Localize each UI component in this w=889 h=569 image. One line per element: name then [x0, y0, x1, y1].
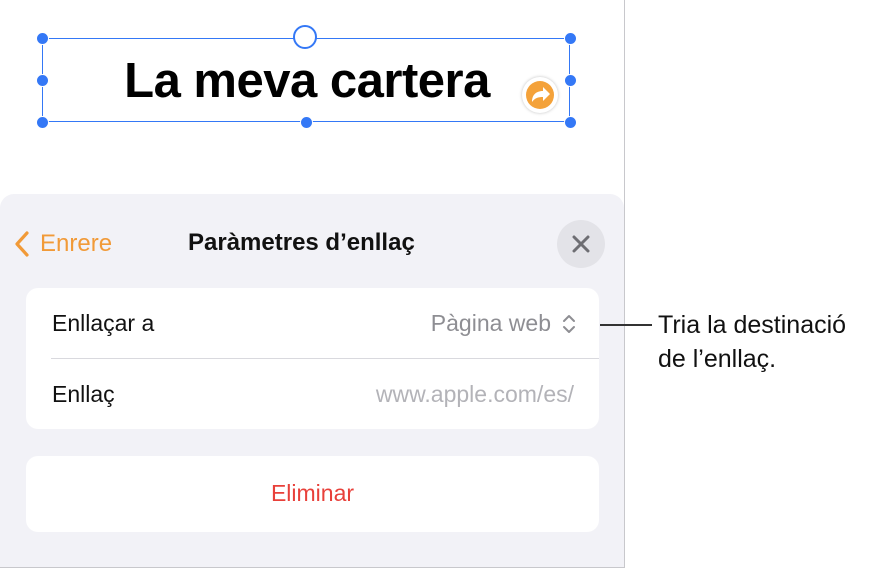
link-url-field[interactable]: www.apple.com/es/	[376, 381, 574, 408]
resize-handle-bottom-left[interactable]	[36, 116, 49, 129]
up-down-chevron-icon	[563, 315, 575, 333]
resize-handle-middle-left[interactable]	[36, 74, 49, 87]
link-to-row[interactable]: Enllaçar a Pàgina web	[26, 288, 599, 358]
callout-line-2: de l’enllaç.	[658, 345, 777, 373]
panel-title: Paràmetres d’enllaç	[188, 229, 415, 256]
resize-handle-middle-right[interactable]	[564, 74, 577, 87]
link-url-row[interactable]: Enllaç www.apple.com/es/	[26, 359, 599, 429]
link-to-label: Enllaçar a	[52, 310, 155, 336]
resize-handle-bottom-center[interactable]	[300, 116, 313, 129]
link-url-label: Enllaç	[52, 381, 115, 407]
close-button[interactable]	[557, 220, 605, 268]
rotation-handle[interactable]	[293, 25, 317, 49]
link-badge[interactable]	[522, 77, 558, 113]
link-arrow-icon	[532, 87, 550, 102]
resize-handle-top-right[interactable]	[564, 32, 577, 45]
back-button[interactable]: Enrere	[14, 228, 112, 260]
resize-handle-bottom-right[interactable]	[564, 116, 577, 129]
remove-link-button[interactable]: Eliminar	[26, 456, 599, 532]
document-title[interactable]: La meva cartera	[43, 53, 571, 109]
remove-link-label: Eliminar	[270, 480, 355, 506]
callout-line-1: Tria la destinació	[658, 311, 847, 339]
callout-text: Tria la destinació de l’enllaç.	[658, 308, 889, 376]
ipad-screen: La meva cartera Enrere Paràmetres d’enll…	[0, 0, 625, 568]
chevron-left-icon	[15, 231, 29, 257]
close-icon	[572, 235, 590, 253]
callout-line	[600, 324, 652, 326]
link-to-value: Pàgina web	[430, 310, 551, 336]
back-label: Enrere	[40, 230, 113, 257]
resize-handle-top-left[interactable]	[36, 32, 49, 45]
link-settings-group: Enllaçar a Pàgina web Enllaç www.apple.c…	[26, 288, 599, 429]
selected-text-box[interactable]: La meva cartera	[36, 32, 577, 129]
